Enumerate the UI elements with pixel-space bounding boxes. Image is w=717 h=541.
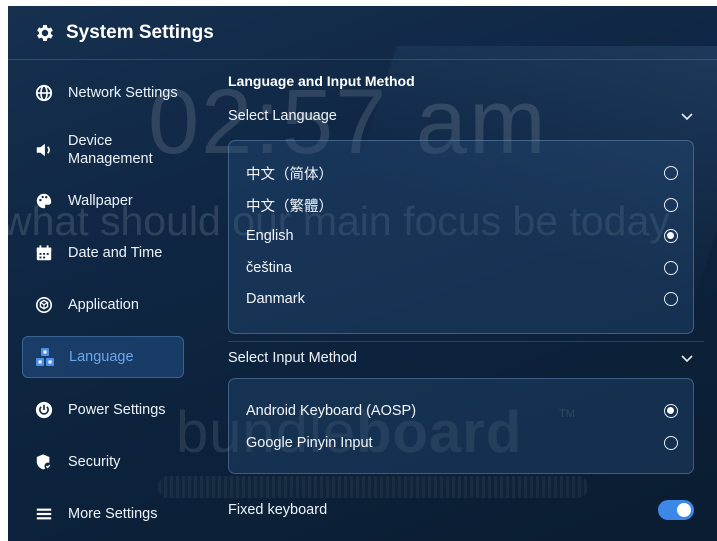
sidebar-item-label: Wallpaper — [68, 193, 133, 209]
sidebar-item-power-settings[interactable]: Power Settings — [22, 389, 184, 431]
language-options-panel: 中文（简体） 中文（繁體） English čeština Danmark — [228, 140, 694, 334]
radio-button-selected[interactable] — [664, 229, 678, 243]
radio-button-selected[interactable] — [664, 404, 678, 418]
input-method-option[interactable]: Android Keyboard (AOSP) — [246, 399, 678, 423]
sidebar-item-security[interactable]: Security — [22, 441, 184, 483]
language-option[interactable]: 中文（简体） — [246, 161, 678, 185]
language-option-label: čeština — [246, 260, 292, 276]
input-method-option-label: Android Keyboard (AOSP) — [246, 403, 417, 419]
sidebar-item-label: Security — [68, 454, 121, 470]
sidebar: Network Settings Device Management Wallp… — [22, 64, 198, 539]
language-option-label: 中文（简体） — [246, 166, 333, 183]
section-title: Language and Input Method — [228, 73, 415, 89]
menu-icon — [34, 504, 54, 524]
sidebar-item-label: More Settings — [68, 506, 158, 522]
language-blocks-icon — [35, 347, 55, 367]
sidebar-item-label: Device Management — [68, 133, 153, 167]
sidebar-item-language[interactable]: Language — [22, 336, 184, 378]
speaker-icon — [34, 140, 54, 160]
input-method-option[interactable]: Google Pinyin Input — [246, 431, 678, 455]
input-method-options-panel: Android Keyboard (AOSP) Google Pinyin In… — [228, 378, 694, 474]
window-title: System Settings — [66, 21, 214, 43]
sidebar-item-label: Date and Time — [68, 245, 163, 261]
palette-icon — [34, 191, 54, 211]
shield-icon — [34, 452, 54, 472]
radio-button[interactable] — [664, 261, 678, 275]
sidebar-item-wallpaper[interactable]: Wallpaper — [22, 180, 184, 222]
language-option[interactable]: čeština — [246, 256, 678, 280]
language-option[interactable]: 中文（繁體） — [246, 193, 678, 217]
radio-button[interactable] — [664, 292, 678, 306]
radio-button[interactable] — [664, 166, 678, 180]
divider — [228, 341, 704, 342]
cube-icon — [34, 295, 54, 315]
select-language-dropdown[interactable]: Select Language — [228, 104, 698, 128]
input-method-option-label: Google Pinyin Input — [246, 435, 373, 451]
language-option-label: English — [246, 228, 294, 244]
select-input-method-dropdown[interactable]: Select Input Method — [228, 346, 698, 370]
sidebar-item-label: Language — [69, 349, 134, 365]
select-language-label: Select Language — [228, 108, 337, 124]
fixed-keyboard-label: Fixed keyboard — [228, 502, 328, 518]
fixed-keyboard-row: Fixed keyboard — [228, 498, 694, 522]
calendar-icon — [34, 243, 54, 263]
fixed-keyboard-toggle[interactable] — [658, 500, 694, 520]
chevron-down-icon — [680, 109, 694, 123]
gear-icon — [34, 22, 56, 44]
chevron-down-icon — [680, 351, 694, 365]
language-option-label: Danmark — [246, 291, 305, 307]
select-input-method-label: Select Input Method — [228, 350, 357, 366]
sidebar-item-label: Application — [68, 297, 139, 313]
power-icon — [34, 400, 54, 420]
sidebar-item-more-settings[interactable]: More Settings — [22, 493, 184, 535]
radio-button[interactable] — [664, 436, 678, 450]
title-bar: System Settings — [8, 6, 717, 60]
language-option-label: 中文（繁體） — [246, 198, 333, 215]
language-option[interactable]: English — [246, 224, 678, 248]
radio-button[interactable] — [664, 198, 678, 212]
main-content: Language and Input Method Select Languag… — [228, 64, 704, 539]
sidebar-item-device-management[interactable]: Device Management — [22, 125, 184, 175]
sidebar-item-date-and-time[interactable]: Date and Time — [22, 232, 184, 274]
sidebar-item-network-settings[interactable]: Network Settings — [22, 72, 184, 114]
language-option[interactable]: Danmark — [246, 287, 678, 311]
globe-icon — [34, 83, 54, 103]
sidebar-item-label: Power Settings — [68, 402, 166, 418]
sidebar-item-label: Network Settings — [68, 85, 178, 101]
settings-window: 02:57 am what should our main focus be t… — [8, 6, 717, 541]
sidebar-item-application[interactable]: Application — [22, 284, 184, 326]
